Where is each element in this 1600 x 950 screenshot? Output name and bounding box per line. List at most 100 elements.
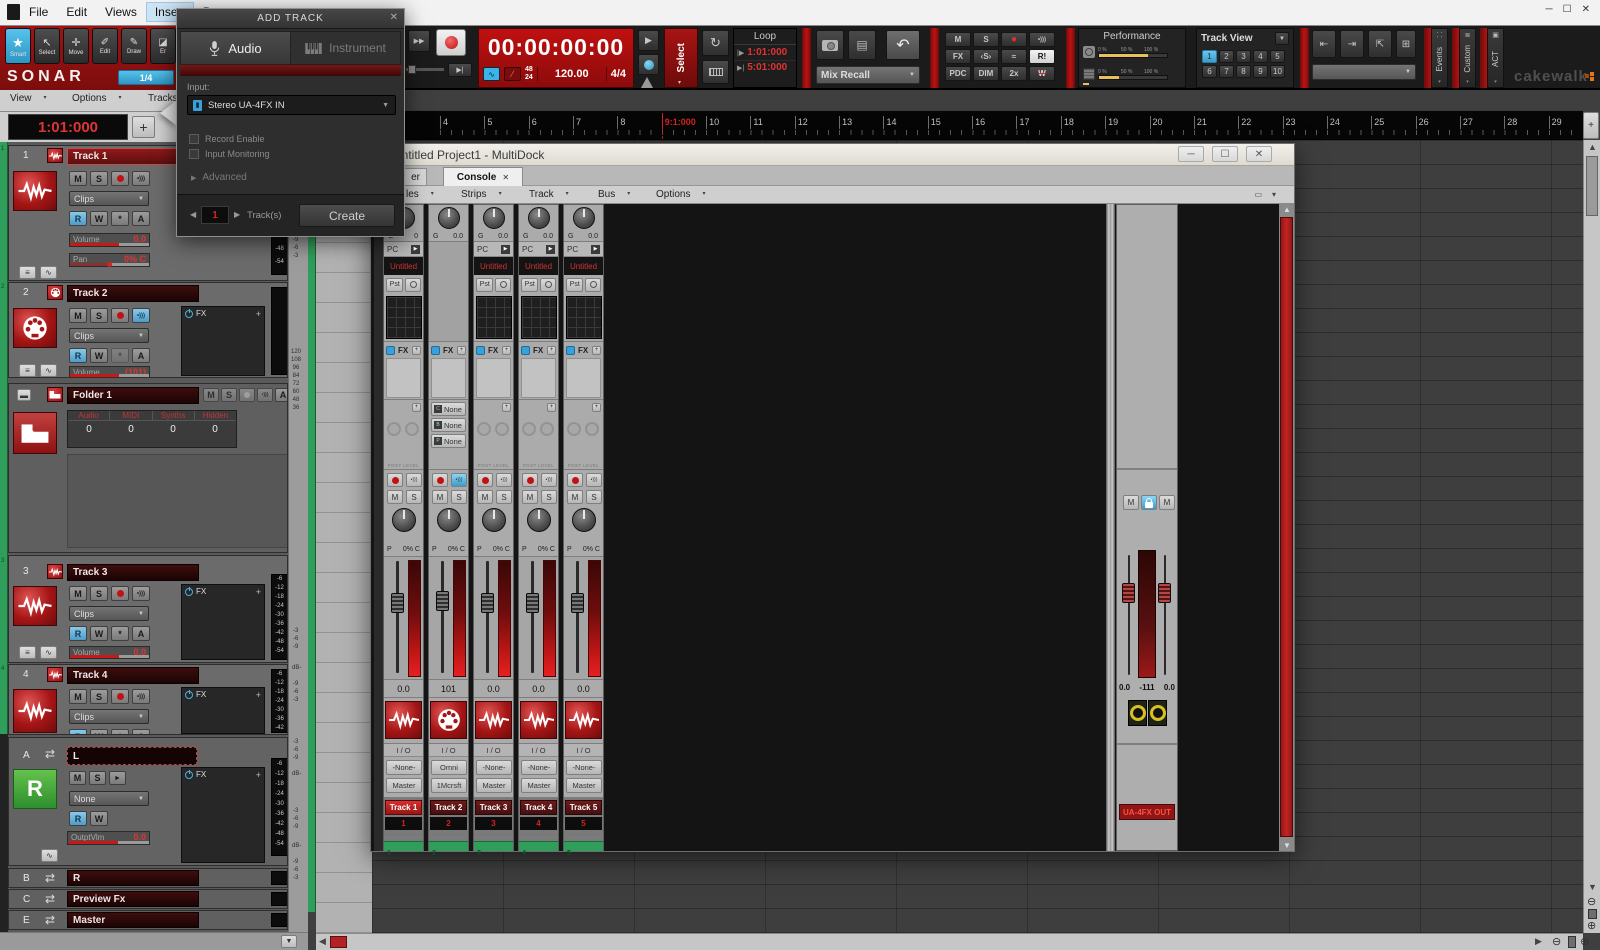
smart-tool-button[interactable]: ★Smart — [5, 28, 31, 64]
add-send-icon[interactable]: + — [502, 403, 511, 412]
volume-fader[interactable] — [526, 593, 539, 613]
fx-bin[interactable] — [386, 358, 421, 398]
output-button[interactable]: Master — [566, 778, 602, 793]
mix-module-button[interactable]: ● — [1001, 32, 1027, 47]
write-automation-button[interactable]: W — [90, 211, 108, 226]
go-end-button[interactable]: ▶| — [448, 63, 472, 77]
screenset-dropdown[interactable]: ▼ — [1312, 64, 1416, 80]
act-module[interactable]: ▣ACT▾ — [1480, 28, 1504, 88]
move-tool-button[interactable]: ✛Move — [63, 28, 89, 64]
bus-name[interactable]: Preview Fx — [67, 891, 199, 907]
clips-dropdown[interactable]: Clips▼ — [69, 709, 149, 724]
mix-module-button[interactable]: DIM — [973, 66, 999, 81]
bus-row-a[interactable]: A ⇄ L R M S ► None▼ R W OutptVlm0.0 ∿ FX… — [8, 737, 288, 866]
mute-button[interactable]: M — [203, 388, 219, 402]
send-knob[interactable] — [405, 422, 419, 436]
tempo-display[interactable]: 120.00 — [542, 68, 602, 80]
read-automation-button[interactable]: R — [69, 211, 87, 226]
options-menu[interactable]: Options — [656, 189, 705, 200]
right-volume-fader[interactable] — [1158, 583, 1171, 603]
pan-knob[interactable] — [572, 508, 596, 532]
prochannel-label[interactable]: PC — [522, 245, 533, 254]
now-time-display[interactable]: 1:01:000 — [8, 114, 128, 140]
bus-row-e[interactable]: E ⇄ Master — [8, 910, 288, 930]
screenset-button[interactable]: 5 — [1270, 50, 1285, 63]
fx-bin[interactable]: FX+ — [181, 687, 265, 734]
gain-knob[interactable] — [483, 207, 505, 229]
prochannel-label[interactable]: PC — [387, 245, 398, 254]
track-name[interactable]: Track 2 — [67, 285, 199, 302]
solo-button[interactable]: S — [90, 171, 108, 186]
lock-button[interactable] — [1141, 495, 1157, 510]
screenset-button[interactable]: 9 — [1253, 65, 1268, 78]
record-enable-checkbox[interactable] — [189, 134, 199, 144]
mute-button[interactable]: M — [69, 586, 87, 601]
mute-button[interactable]: M — [387, 490, 403, 504]
input-monitoring-checkbox[interactable] — [189, 149, 199, 159]
track-row-2[interactable]: 2 Track 2 M S •))) Clips▼ R W * A Volume… — [8, 282, 288, 378]
loop-end[interactable]: 5:01:000 — [747, 62, 787, 73]
auto-button[interactable]: A — [132, 729, 150, 735]
lanes-button[interactable]: ≡ — [19, 266, 36, 279]
scroll-thumb[interactable] — [1280, 217, 1293, 837]
clips-dropdown[interactable]: Clips▼ — [69, 606, 149, 621]
patch-send[interactable]: PNone — [431, 434, 466, 448]
clips-dropdown[interactable]: Clips▼ — [69, 191, 149, 206]
create-button[interactable]: Create — [299, 204, 395, 227]
output-dropdown[interactable]: None▼ — [69, 791, 149, 806]
power-button[interactable] — [405, 278, 421, 292]
select-module[interactable]: Select ▾ — [664, 28, 698, 88]
add-fx-icon[interactable]: + — [412, 346, 421, 355]
arm-button[interactable] — [111, 689, 129, 704]
expand-icon[interactable]: ▶ — [546, 245, 555, 254]
strip-name[interactable]: Track 5 — [565, 800, 602, 815]
mute-button[interactable]: M — [69, 689, 87, 704]
mix-module-button[interactable]: 2x — [1001, 66, 1027, 81]
solo-button[interactable]: S — [586, 490, 602, 504]
add-fx-icon[interactable]: + — [592, 346, 601, 355]
close-icon[interactable]: ✕ — [1246, 146, 1272, 162]
menu-item[interactable]: File — [20, 2, 57, 22]
input-echo-button[interactable]: •))) — [132, 689, 150, 704]
minimize-icon[interactable]: ─ — [1178, 146, 1204, 162]
screenset-button[interactable]: 10 — [1270, 65, 1285, 78]
track-view-label[interactable]: Track View — [1201, 33, 1253, 44]
fx-bin[interactable] — [431, 358, 466, 398]
mute-button[interactable]: M — [1123, 495, 1139, 510]
send-knob[interactable] — [477, 422, 491, 436]
multidock-titlebar[interactable]: Untitled Project1 - MultiDock ─ ☐ ✕ — [371, 144, 1294, 166]
prochannel-label[interactable]: PC — [477, 245, 488, 254]
scroll-thumb[interactable] — [1586, 156, 1598, 216]
input-echo-button[interactable]: •))) — [586, 473, 602, 487]
volume-slider[interactable]: Volume(101) — [69, 366, 150, 378]
snapshot-button[interactable]: * — [111, 211, 129, 226]
write-automation-button[interactable]: W — [90, 811, 108, 826]
zoom-out-icon[interactable]: ⊖ — [1587, 895, 1596, 908]
solo-button[interactable]: S — [90, 689, 108, 704]
lanes-button[interactable]: ≡ — [19, 364, 36, 377]
mute-button[interactable]: M — [432, 490, 448, 504]
input-echo-button[interactable]: •))) — [451, 473, 467, 487]
mute-button[interactable]: M — [1159, 495, 1175, 510]
auto-button[interactable]: A — [275, 388, 288, 402]
chorus-send[interactable]: CNone — [431, 402, 466, 416]
snapshot-button[interactable] — [816, 30, 844, 60]
eq-plot[interactable] — [521, 296, 557, 339]
nav-right-button[interactable]: ⇥ — [1340, 30, 1364, 58]
preset-name[interactable]: Untitled — [525, 262, 552, 271]
arm-button[interactable] — [432, 473, 448, 487]
track-count[interactable]: 1 — [201, 206, 229, 224]
automation-button[interactable]: ∿ — [40, 646, 57, 659]
output-button[interactable]: Master — [521, 778, 557, 793]
add-send-icon[interactable]: + — [547, 403, 556, 412]
power-icon[interactable] — [185, 588, 193, 596]
read-automation-button[interactable]: R — [69, 729, 87, 735]
input-echo-button[interactable]: •))) — [132, 308, 150, 323]
dock-icon[interactable]: ▭ — [1254, 190, 1262, 199]
fx-bin[interactable]: FX+ — [181, 584, 265, 660]
arm-button[interactable] — [111, 308, 129, 323]
preset-name[interactable]: Untitled — [480, 262, 507, 271]
count-decrement-icon[interactable]: ◀ — [190, 210, 196, 219]
bus-name[interactable]: Master — [67, 912, 199, 928]
preset-name[interactable]: Untitled — [570, 262, 597, 271]
